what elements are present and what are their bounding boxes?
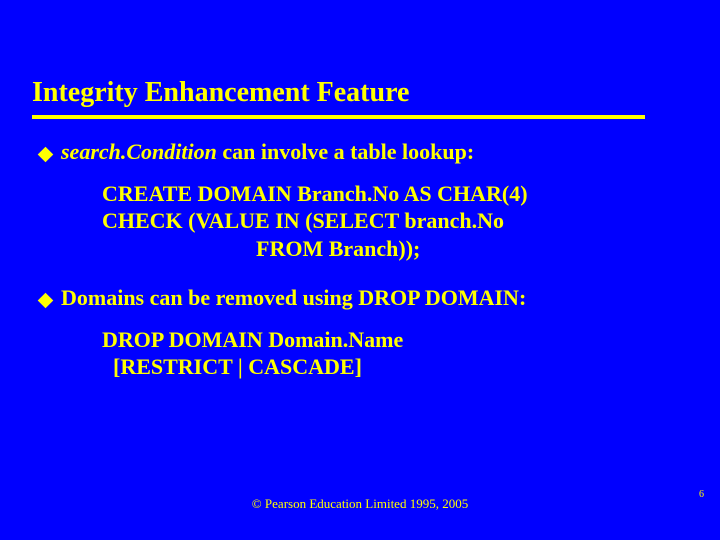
bullet-1-term: search.Condition: [61, 139, 217, 164]
code-line-2: CHECK (VALUE IN (SELECT branch.No: [102, 207, 680, 235]
bullet-1-text: search.Condition can involve a table loo…: [61, 138, 474, 166]
bullet-2-text: Domains can be removed using DROP DOMAIN…: [61, 284, 526, 312]
bullet-2-rest: can be removed using DROP DOMAIN:: [144, 285, 526, 310]
diamond-icon: [38, 293, 54, 309]
code-block-1: CREATE DOMAIN Branch.No AS CHAR(4) CHECK…: [102, 180, 680, 263]
syntax-line-1: DROP DOMAIN Domain.Name: [102, 326, 680, 354]
code-line-1: CREATE DOMAIN Branch.No AS CHAR(4): [102, 180, 680, 208]
bullet-1: search.Condition can involve a table loo…: [40, 138, 680, 166]
slide-title: Integrity Enhancement Feature: [32, 78, 409, 109]
content-area: search.Condition can involve a table loo…: [40, 138, 680, 381]
title-block: Integrity Enhancement Feature: [32, 78, 409, 109]
bullet-2-term: Domains: [61, 285, 144, 310]
diamond-icon: [38, 147, 54, 163]
syntax-block: DROP DOMAIN Domain.Name [RESTRICT | CASC…: [102, 326, 680, 381]
slide-number: 6: [699, 489, 704, 500]
syntax-line-2: [RESTRICT | CASCADE]: [102, 353, 680, 381]
bullet-2: Domains can be removed using DROP DOMAIN…: [40, 284, 680, 312]
bullet-1-rest: can involve a table lookup:: [217, 139, 474, 164]
title-underline: [32, 115, 645, 119]
slide: Integrity Enhancement Feature search.Con…: [0, 0, 720, 540]
footer-copyright: © Pearson Education Limited 1995, 2005: [0, 496, 720, 512]
code-line-3: FROM Branch));: [102, 235, 680, 263]
